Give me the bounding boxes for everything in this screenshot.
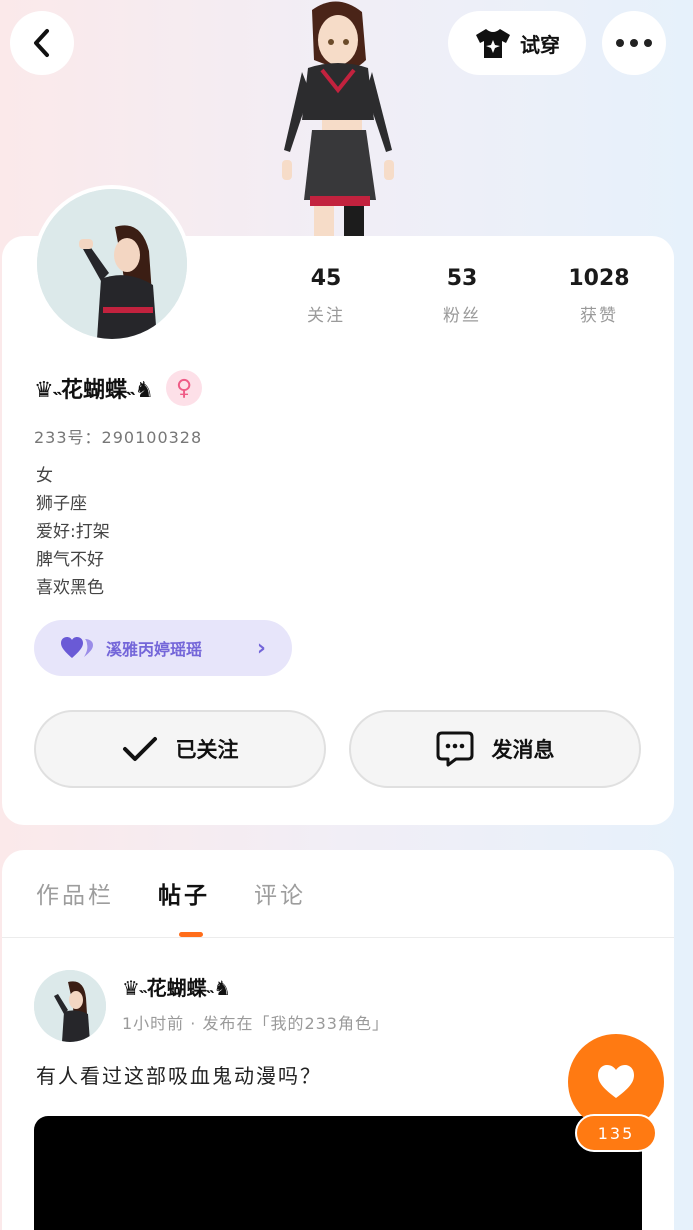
more-button[interactable] <box>602 11 666 75</box>
character-avatar-image[interactable] <box>262 0 412 238</box>
stat-value: 1028 <box>568 266 630 291</box>
stat-label: 粉丝 <box>443 306 481 326</box>
send-message-label: 发消息 <box>491 738 555 762</box>
stat-likes[interactable]: 1028 获赞 <box>539 266 659 326</box>
post-text[interactable]: 有人看过这部吸血鬼动漫吗？ <box>36 1060 322 1089</box>
post-avatar-image <box>34 970 106 1042</box>
tab-comments[interactable]: 评论 <box>254 876 306 910</box>
back-button[interactable] <box>10 11 74 75</box>
friend-relation-pill[interactable]: 溪雅丙婷瑶瑶 › <box>34 620 292 676</box>
double-heart-icon <box>61 637 93 658</box>
try-on-button[interactable]: 试穿 <box>448 11 586 75</box>
shirt-icon <box>476 29 510 58</box>
tab-posts[interactable]: 帖子 <box>158 876 210 910</box>
stat-value: 45 <box>310 266 342 291</box>
heart-icon <box>598 1065 634 1098</box>
stat-label: 获赞 <box>580 306 618 326</box>
chat-bubble-icon <box>436 731 473 767</box>
profile-tabs: 作品栏 帖子 评论 <box>36 876 306 910</box>
tab-divider <box>2 937 674 938</box>
bio-line: 狮子座 <box>36 494 87 514</box>
chevron-right-icon: › <box>256 635 266 661</box>
tab-works[interactable]: 作品栏 <box>36 876 114 910</box>
bio-line: 脾气不好 <box>36 550 104 570</box>
post-author-avatar[interactable] <box>34 970 106 1042</box>
bio-line: 爱好:打架 <box>36 522 110 542</box>
bio-line: 喜欢黑色 <box>36 578 104 598</box>
bio-line: 女 <box>36 466 53 486</box>
followed-label: 已关注 <box>175 738 239 762</box>
chevron-left-icon <box>34 29 49 57</box>
female-icon: ♀ <box>166 370 203 406</box>
try-on-label: 试穿 <box>520 32 560 57</box>
stat-value: 53 <box>446 266 478 291</box>
profile-bio: 女 狮子座 爱好:打架 脾气不好 喜欢黑色 <box>36 462 110 602</box>
avatar-image <box>37 189 187 339</box>
check-icon <box>122 737 157 761</box>
nickname-row: ♛˵花蝴蝶˵♞ ♀ <box>34 370 203 406</box>
stat-label: 关注 <box>307 306 345 326</box>
followed-button[interactable]: 已关注 <box>34 710 326 788</box>
friend-pill-label: 溪雅丙婷瑶瑶 <box>106 640 203 659</box>
stat-followers[interactable]: 53 粉丝 <box>402 266 522 326</box>
profile-avatar[interactable] <box>33 185 191 343</box>
profile-nickname: ♛˵花蝴蝶˵♞ <box>34 378 155 403</box>
like-count-badge: 135 <box>575 1114 657 1152</box>
post-author-name[interactable]: ♛˵花蝴蝶˵♞ <box>122 972 231 1001</box>
post-meta: 1小时前 · 发布在「我的233角色」 <box>122 1014 389 1033</box>
user-id: 233号：290100328 <box>34 428 203 447</box>
more-icon <box>616 39 652 47</box>
post-media[interactable] <box>34 1116 642 1230</box>
send-message-button[interactable]: 发消息 <box>349 710 641 788</box>
stat-following[interactable]: 45 关注 <box>266 266 386 326</box>
